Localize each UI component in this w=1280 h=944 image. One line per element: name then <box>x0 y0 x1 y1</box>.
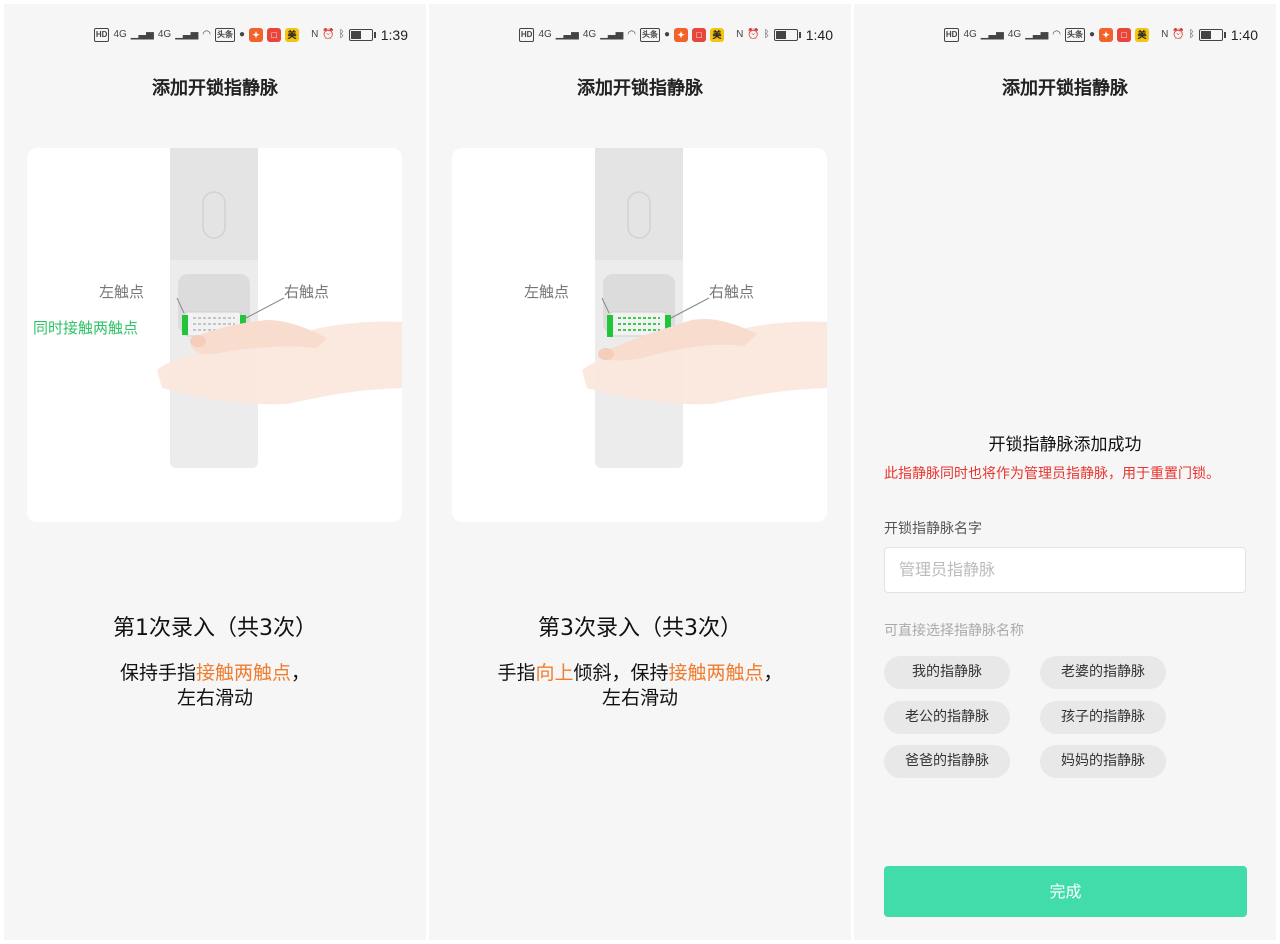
name-field-label: 开锁指静脉名字 <box>884 521 982 537</box>
hint-line2: 左右滑动 <box>176 687 253 709</box>
signal-4g-icon: 4G <box>157 29 172 40</box>
app-red-icon: □ <box>692 28 707 42</box>
nfc-icon: N <box>736 29 744 40</box>
hint-text: 保持手指 <box>119 662 196 684</box>
bluetooth-icon: ᛒ <box>1188 29 1195 40</box>
nfc-icon: N <box>311 29 319 40</box>
signal-bars-icon: ▁▃▅ <box>555 29 579 40</box>
name-chip[interactable]: 老婆的指静脉 <box>1040 656 1166 689</box>
signal-bars-icon: ▁▃▅ <box>175 29 199 40</box>
name-chip[interactable]: 孩子的指静脉 <box>1040 701 1166 734</box>
wifi-icon: ◠ <box>627 29 637 40</box>
wechat-icon: ● <box>239 29 246 40</box>
meituan-icon: 美 <box>285 28 300 42</box>
battery-icon <box>1198 29 1226 41</box>
name-chip[interactable]: 爸爸的指静脉 <box>884 745 1010 778</box>
nfc-icon: N <box>1161 29 1169 40</box>
battery-icon <box>773 29 801 41</box>
wifi-icon: ◠ <box>202 29 212 40</box>
hint-highlight: 接触两触点 <box>195 662 291 684</box>
suggest-label: 可直接选择指静脉名称 <box>884 623 1024 639</box>
status-bar: HD 4G ▁▃▅ 4G ▁▃▅ ◠ 头条 ● ✦ □ 美 N ⏰ ᛒ 1:40 <box>943 22 1258 48</box>
hint-text: 手指 <box>497 662 536 684</box>
right-contact-label: 右触点 <box>284 283 330 301</box>
alarm-icon: ⏰ <box>1172 29 1185 40</box>
hd-icon: HD <box>518 28 535 42</box>
vein-name-input[interactable]: 管理员指静脉 <box>884 547 1246 593</box>
page-title: 添加开锁指静脉 <box>1002 78 1128 99</box>
hint-highlight: 接触两触点 <box>668 662 764 684</box>
lock-illustration: 左触点 右触点 <box>452 148 827 522</box>
page-title: 添加开锁指静脉 <box>577 78 703 99</box>
status-bar: HD 4G ▁▃▅ 4G ▁▃▅ ◠ 头条 ● ✦ □ 美 N ⏰ ᛒ 1:39 <box>93 22 408 48</box>
left-contact-label: 左触点 <box>524 283 570 301</box>
success-title: 开锁指静脉添加成功 <box>988 435 1142 455</box>
app-red-icon: □ <box>1117 28 1132 42</box>
signal-4g-icon: 4G <box>113 29 127 40</box>
hint-text: ， <box>291 662 311 684</box>
toutiao-icon: 头条 <box>640 28 661 42</box>
app-runner-icon: ✦ <box>674 28 689 42</box>
signal-4g-icon: 4G <box>582 29 597 40</box>
touch-both-label: 同时接触两触点 <box>33 319 139 337</box>
lock-hand-drawing <box>582 148 827 468</box>
app-runner-icon: ✦ <box>249 28 264 42</box>
enroll-hint: 手指向上倾斜，保持接触两触点， 左右滑动 <box>469 661 811 711</box>
bluetooth-icon: ᛒ <box>763 29 770 40</box>
wechat-icon: ● <box>664 29 671 40</box>
status-time: 1:40 <box>805 27 833 43</box>
wifi-icon: ◠ <box>1052 29 1062 40</box>
enroll-screen-step3: HD 4G ▁▃▅ 4G ▁▃▅ ◠ 头条 ● ✦ □ 美 N ⏰ ᛒ 1:40… <box>429 4 851 940</box>
signal-bars-icon: ▁▃▅ <box>980 29 1004 40</box>
admin-warning: 此指静脉同时也将作为管理员指静脉，用于重置门锁。 <box>884 466 1220 482</box>
status-time: 1:40 <box>1230 27 1258 43</box>
right-contact-label: 右触点 <box>709 283 755 301</box>
enroll-hint: 保持手指接触两触点， 左右滑动 <box>44 661 386 711</box>
signal-bars-icon: ▁▃▅ <box>1025 29 1049 40</box>
hint-text: ， <box>763 662 783 684</box>
status-bar: HD 4G ▁▃▅ 4G ▁▃▅ ◠ 头条 ● ✦ □ 美 N ⏰ ᛒ 1:40 <box>518 22 833 48</box>
signal-bars-icon: ▁▃▅ <box>600 29 624 40</box>
toutiao-icon: 头条 <box>1065 28 1086 42</box>
enroll-step-text: 第1次录入（共3次） <box>113 616 317 641</box>
toutiao-icon: 头条 <box>215 28 236 42</box>
hd-icon: HD <box>93 28 110 42</box>
enroll-success-screen: HD 4G ▁▃▅ 4G ▁▃▅ ◠ 头条 ● ✦ □ 美 N ⏰ ᛒ 1:40… <box>854 4 1276 940</box>
name-chip[interactable]: 我的指静脉 <box>884 656 1010 689</box>
alarm-icon: ⏰ <box>747 29 760 40</box>
done-button[interactable]: 完成 <box>884 866 1247 917</box>
hd-icon: HD <box>943 28 960 42</box>
hint-highlight: 向上 <box>535 662 574 684</box>
left-contact-label: 左触点 <box>99 283 145 301</box>
hint-line2: 左右滑动 <box>601 687 678 709</box>
signal-4g-icon: 4G <box>538 29 552 40</box>
hint-text: 倾斜，保持 <box>573 662 669 684</box>
app-red-icon: □ <box>267 28 282 42</box>
app-runner-icon: ✦ <box>1099 28 1114 42</box>
meituan-icon: 美 <box>710 28 725 42</box>
status-time: 1:39 <box>380 27 408 43</box>
bluetooth-icon: ᛒ <box>338 29 345 40</box>
signal-4g-icon: 4G <box>963 29 977 40</box>
battery-icon <box>348 29 376 41</box>
signal-bars-icon: ▁▃▅ <box>130 29 154 40</box>
enroll-screen-step1: HD 4G ▁▃▅ 4G ▁▃▅ ◠ 头条 ● ✦ □ 美 N ⏰ ᛒ 1:39… <box>4 4 426 940</box>
name-chip[interactable]: 老公的指静脉 <box>884 701 1010 734</box>
name-chip[interactable]: 妈妈的指静脉 <box>1040 745 1166 778</box>
signal-4g-icon: 4G <box>1007 29 1022 40</box>
wechat-icon: ● <box>1089 29 1096 40</box>
meituan-icon: 美 <box>1135 28 1150 42</box>
page-title: 添加开锁指静脉 <box>152 78 278 99</box>
enroll-step-text: 第3次录入（共3次） <box>538 616 742 641</box>
alarm-icon: ⏰ <box>322 29 335 40</box>
